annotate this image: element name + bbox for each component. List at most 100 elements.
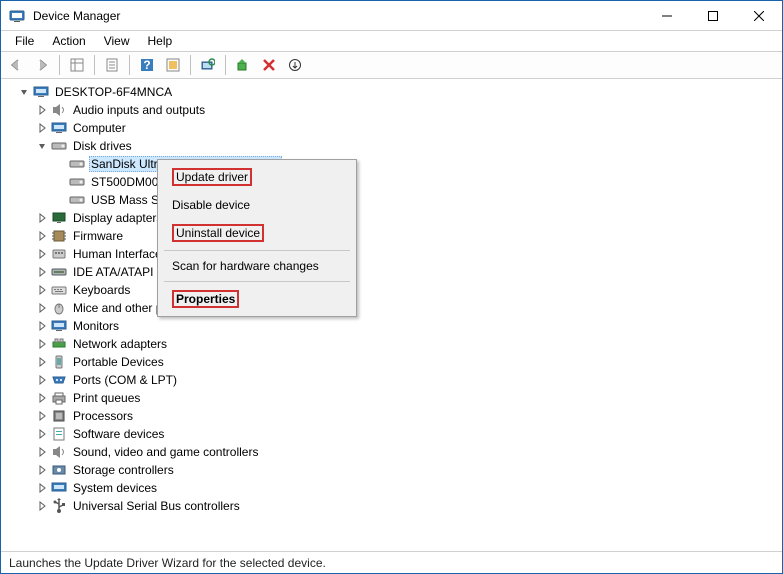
- context-uninstall-device[interactable]: Uninstall device: [160, 218, 354, 248]
- expand-icon[interactable]: [35, 283, 49, 297]
- highlight-properties: Properties: [172, 290, 239, 308]
- context-separator: [164, 250, 350, 251]
- expand-icon[interactable]: [35, 211, 49, 225]
- tree-ide[interactable]: IDE ATA/ATAPI c: [3, 263, 780, 281]
- expand-icon[interactable]: [35, 355, 49, 369]
- monitor-icon: [51, 318, 67, 334]
- expand-icon[interactable]: [35, 391, 49, 405]
- expand-icon[interactable]: [35, 445, 49, 459]
- expand-icon[interactable]: [35, 337, 49, 351]
- tree-item-label: Print queues: [71, 391, 142, 405]
- tree-item-label: Firmware: [71, 229, 125, 243]
- software-icon: [51, 426, 67, 442]
- tree-hid[interactable]: Human Interface: [3, 245, 780, 263]
- tree-disk-drives[interactable]: Disk drives: [3, 137, 780, 155]
- hid-icon: [51, 246, 67, 262]
- update-driver-button[interactable]: [232, 54, 254, 76]
- expand-icon[interactable]: [35, 373, 49, 387]
- properties-button[interactable]: [101, 54, 123, 76]
- context-scan-hardware[interactable]: Scan for hardware changes: [160, 253, 354, 279]
- expand-icon[interactable]: [35, 481, 49, 495]
- tree-item-label: Network adapters: [71, 337, 169, 351]
- tree-mice[interactable]: Mice and other pointing devices: [3, 299, 780, 317]
- tree-item-label: Ports (COM & LPT): [71, 373, 179, 387]
- tree-disk-st500[interactable]: ST500DM002: [3, 173, 780, 191]
- menu-file[interactable]: File: [7, 32, 42, 50]
- disk-icon: [69, 174, 85, 190]
- tree-disk-usbmass[interactable]: USB Mass St: [3, 191, 780, 209]
- collapse-icon[interactable]: [17, 85, 31, 99]
- context-menu: Update driver Disable device Uninstall d…: [157, 159, 357, 317]
- tree-item-label: Storage controllers: [71, 463, 176, 477]
- tree-system[interactable]: System devices: [3, 479, 780, 497]
- toolbar-separator: [129, 55, 130, 75]
- mouse-icon: [51, 300, 67, 316]
- tree-item-label: Software devices: [71, 427, 166, 441]
- menu-action[interactable]: Action: [44, 32, 93, 50]
- toolbar: ?: [1, 51, 782, 79]
- tree-software[interactable]: Software devices: [3, 425, 780, 443]
- cpu-icon: [51, 408, 67, 424]
- collapse-icon[interactable]: [35, 139, 49, 153]
- tree-item-label: Portable Devices: [71, 355, 166, 369]
- tree-item-label: Keyboards: [71, 283, 132, 297]
- context-properties[interactable]: Properties: [160, 284, 354, 314]
- expand-icon[interactable]: [35, 319, 49, 333]
- printer-icon: [51, 390, 67, 406]
- tree-sound[interactable]: Sound, video and game controllers: [3, 443, 780, 461]
- maximize-button[interactable]: [690, 1, 736, 31]
- tree-network[interactable]: Network adapters: [3, 335, 780, 353]
- tree-printq[interactable]: Print queues: [3, 389, 780, 407]
- device-tree[interactable]: DESKTOP-6F4MNCA Audio inputs and outputs…: [1, 79, 782, 551]
- tree-ports[interactable]: Ports (COM & LPT): [3, 371, 780, 389]
- tree-firmware[interactable]: Firmware: [3, 227, 780, 245]
- computer-icon: [33, 84, 49, 100]
- expand-icon[interactable]: [35, 121, 49, 135]
- tree-disk-sandisk[interactable]: SanDisk Ultra USB 3.0 USB Device: [3, 155, 780, 173]
- tree-computer[interactable]: Computer: [3, 119, 780, 137]
- toolbar-separator: [94, 55, 95, 75]
- expand-icon[interactable]: [35, 499, 49, 513]
- system-icon: [51, 480, 67, 496]
- expand-icon[interactable]: [35, 409, 49, 423]
- monitor-icon: [51, 120, 67, 136]
- storage-icon: [51, 462, 67, 478]
- expand-icon[interactable]: [35, 463, 49, 477]
- tree-audio[interactable]: Audio inputs and outputs: [3, 101, 780, 119]
- menu-help[interactable]: Help: [140, 32, 181, 50]
- menu-view[interactable]: View: [96, 32, 138, 50]
- back-button[interactable]: [5, 54, 27, 76]
- action-button[interactable]: [162, 54, 184, 76]
- context-separator: [164, 281, 350, 282]
- help-button[interactable]: ?: [136, 54, 158, 76]
- expand-icon[interactable]: [35, 247, 49, 261]
- forward-button[interactable]: [31, 54, 53, 76]
- expand-icon[interactable]: [35, 265, 49, 279]
- tree-item-label: Universal Serial Bus controllers: [71, 499, 242, 513]
- expand-icon[interactable]: [35, 427, 49, 441]
- tree-monitors[interactable]: Monitors: [3, 317, 780, 335]
- uninstall-button[interactable]: [258, 54, 280, 76]
- port-icon: [51, 372, 67, 388]
- close-button[interactable]: [736, 1, 782, 31]
- minimize-button[interactable]: [644, 1, 690, 31]
- scan-hardware-button[interactable]: [197, 54, 219, 76]
- tree-processors[interactable]: Processors: [3, 407, 780, 425]
- disable-device-button[interactable]: [284, 54, 306, 76]
- show-hide-tree-button[interactable]: [66, 54, 88, 76]
- tree-item-label: ST500DM002: [89, 175, 167, 189]
- tree-usb[interactable]: Universal Serial Bus controllers: [3, 497, 780, 515]
- portable-icon: [51, 354, 67, 370]
- tree-portable[interactable]: Portable Devices: [3, 353, 780, 371]
- expand-icon[interactable]: [35, 103, 49, 117]
- expand-icon[interactable]: [35, 301, 49, 315]
- context-update-driver[interactable]: Update driver: [160, 162, 354, 192]
- tree-display[interactable]: Display adapters: [3, 209, 780, 227]
- tree-keyboards[interactable]: Keyboards: [3, 281, 780, 299]
- tree-root[interactable]: DESKTOP-6F4MNCA: [3, 83, 780, 101]
- tree-storage[interactable]: Storage controllers: [3, 461, 780, 479]
- titlebar: Device Manager: [1, 1, 782, 31]
- tree-item-label: System devices: [71, 481, 159, 495]
- context-disable-device[interactable]: Disable device: [160, 192, 354, 218]
- expand-icon[interactable]: [35, 229, 49, 243]
